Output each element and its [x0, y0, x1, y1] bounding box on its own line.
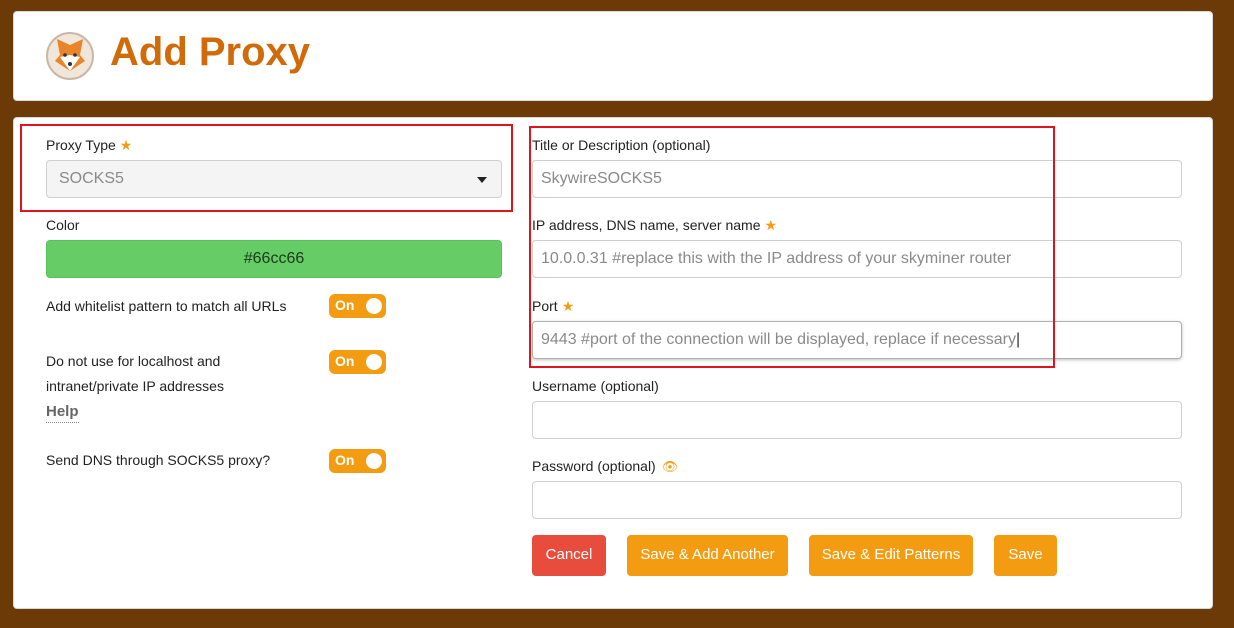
- proxy-type-label: Proxy Type ★: [46, 137, 133, 153]
- username-input[interactable]: [532, 401, 1182, 439]
- proxy-type-select[interactable]: SOCKS5: [46, 160, 502, 198]
- address-label: IP address, DNS name, server name ★: [532, 217, 778, 233]
- whitelist-toggle[interactable]: On: [329, 294, 386, 318]
- localhost-toggle[interactable]: On: [329, 350, 386, 374]
- show-password-eye-icon[interactable]: 👁: [662, 459, 679, 474]
- required-star-icon: ★: [561, 298, 575, 314]
- fox-logo-icon: [46, 32, 94, 80]
- localhost-label-line1: Do not use for localhost and: [46, 353, 221, 369]
- main-form-panel: Proxy Type ★ SOCKS5 Color #66cc66 Add whi…: [13, 117, 1213, 609]
- port-input[interactable]: 9443 #port of the connection will be dis…: [532, 321, 1182, 359]
- port-label: Port ★: [532, 298, 575, 314]
- password-label: Password (optional) 👁: [532, 458, 679, 474]
- required-star-icon: ★: [764, 217, 778, 233]
- color-label: Color: [46, 217, 80, 233]
- cancel-button[interactable]: Cancel: [532, 535, 606, 576]
- save-edit-patterns-button[interactable]: Save & Edit Patterns: [809, 535, 973, 576]
- toggle-knob: [366, 298, 382, 314]
- username-label: Username (optional): [532, 378, 659, 394]
- help-link[interactable]: Help: [46, 403, 79, 423]
- required-star-icon: ★: [119, 137, 133, 153]
- dns-label: Send DNS through SOCKS5 proxy?: [46, 452, 271, 468]
- whitelist-label: Add whitelist pattern to match all URLs: [46, 298, 287, 314]
- save-add-another-button[interactable]: Save & Add Another: [627, 535, 788, 576]
- localhost-label-line2: intranet/private IP addresses: [46, 378, 224, 394]
- text-caret: |: [1015, 331, 1021, 348]
- address-input[interactable]: 10.0.0.31 #replace this with the IP addr…: [532, 240, 1182, 278]
- save-button[interactable]: Save: [994, 535, 1057, 576]
- color-picker[interactable]: #66cc66: [46, 240, 502, 278]
- dropdown-arrow-icon: [477, 177, 487, 183]
- header-panel: Add Proxy: [13, 11, 1213, 101]
- title-input[interactable]: SkywireSOCKS5: [532, 160, 1182, 198]
- toggle-knob: [366, 354, 382, 370]
- toggle-knob: [366, 453, 382, 469]
- page-title: Add Proxy: [110, 30, 311, 74]
- password-input[interactable]: [532, 481, 1182, 519]
- title-label: Title or Description (optional): [532, 137, 711, 153]
- dns-toggle[interactable]: On: [329, 449, 386, 473]
